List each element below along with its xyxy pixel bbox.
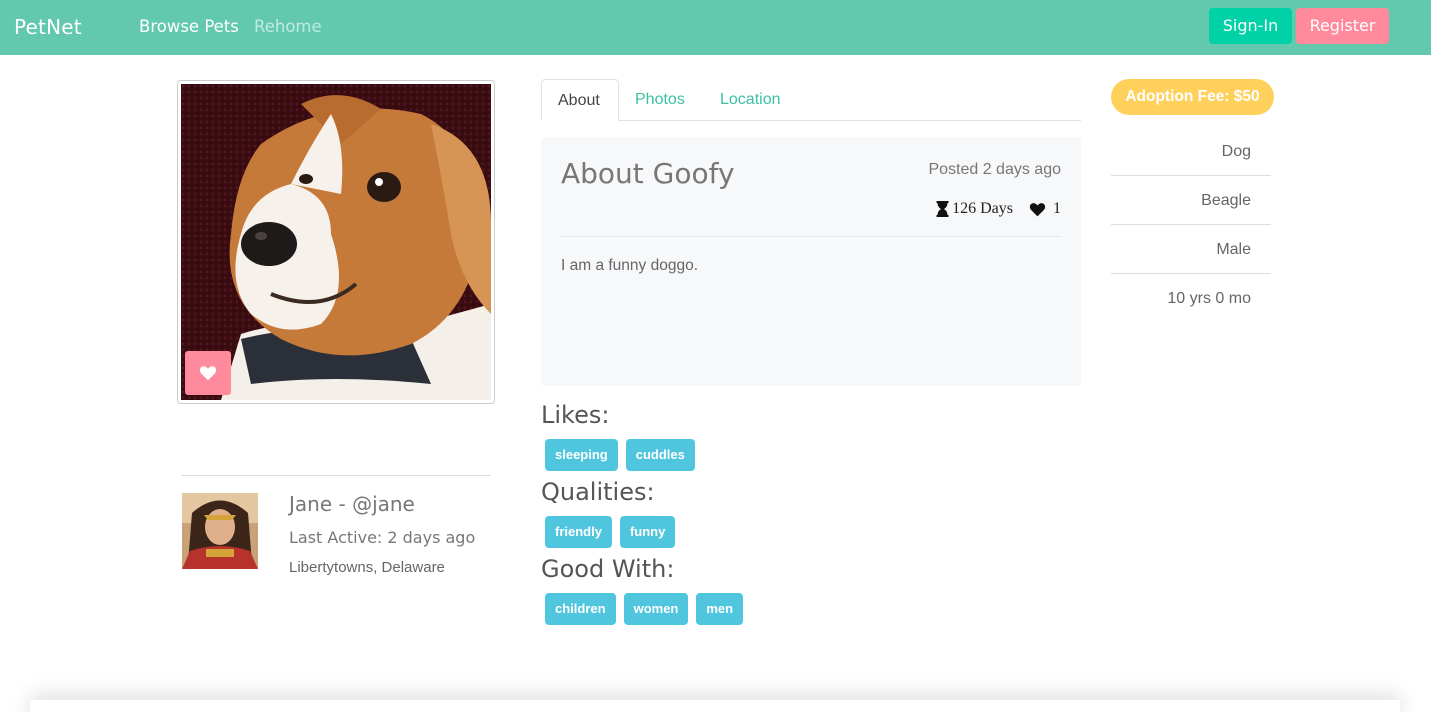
about-divider <box>561 236 1061 237</box>
top-navbar: PetNet Browse Pets Rehome Sign-In Regist… <box>0 0 1431 55</box>
owner-name[interactable]: Jane - @jane <box>289 492 415 516</box>
tag-women[interactable]: women <box>623 593 689 625</box>
tab-location[interactable]: Location <box>704 79 797 121</box>
attr-age: 10 yrs 0 mo <box>1167 290 1251 307</box>
footer <box>30 700 1400 712</box>
about-card: About Goofy Posted 2 days ago 126 Days 1… <box>541 137 1081 386</box>
tag-funny[interactable]: funny <box>619 516 676 548</box>
attr-species: Dog <box>1221 143 1251 160</box>
tag-children[interactable]: children <box>545 593 616 625</box>
attr-sex: Male <box>1216 241 1251 258</box>
posted-date: Posted 2 days ago <box>928 161 1061 178</box>
likes-tags: sleeping cuddles <box>545 439 703 471</box>
good-with-tags: children women men <box>545 593 751 625</box>
tag-men[interactable]: men <box>696 593 744 625</box>
tag-sleeping[interactable]: sleeping <box>545 439 618 471</box>
register-button[interactable]: Register <box>1296 8 1389 44</box>
heart-icon <box>199 366 217 381</box>
tab-photos[interactable]: Photos <box>619 79 701 121</box>
owner-avatar[interactable] <box>182 493 258 569</box>
tag-friendly[interactable]: friendly <box>545 516 612 548</box>
likes-count: 1 <box>1053 200 1061 217</box>
attr-breed: Beagle <box>1201 192 1251 209</box>
days-listed: 126 Days <box>952 200 1013 217</box>
nav-rehome[interactable]: Rehome <box>254 17 322 36</box>
nav-browse-pets[interactable]: Browse Pets <box>139 17 239 36</box>
tag-cuddles[interactable]: cuddles <box>625 439 695 471</box>
about-description: I am a funny doggo. <box>561 257 699 274</box>
qualities-tags: friendly funny <box>545 516 683 548</box>
owner-last-active: Last Active: 2 days ago <box>289 528 476 547</box>
good-with-heading: Good With: <box>541 555 675 583</box>
hourglass-icon <box>936 201 949 217</box>
heart-icon <box>1029 202 1046 216</box>
sign-in-button[interactable]: Sign-In <box>1209 8 1292 44</box>
adoption-fee-badge: Adoption Fee: $50 <box>1111 79 1274 115</box>
owner-location: Libertytowns, Delaware <box>289 559 445 576</box>
pet-stats: 126 Days 1 <box>936 200 1061 218</box>
brand-logo[interactable]: PetNet <box>14 15 82 39</box>
tab-about[interactable]: About <box>541 79 619 121</box>
owner-divider <box>181 475 491 476</box>
about-title: About Goofy <box>561 157 735 190</box>
favorite-button[interactable] <box>185 351 231 395</box>
likes-heading: Likes: <box>541 401 610 429</box>
qualities-heading: Qualities: <box>541 478 655 506</box>
